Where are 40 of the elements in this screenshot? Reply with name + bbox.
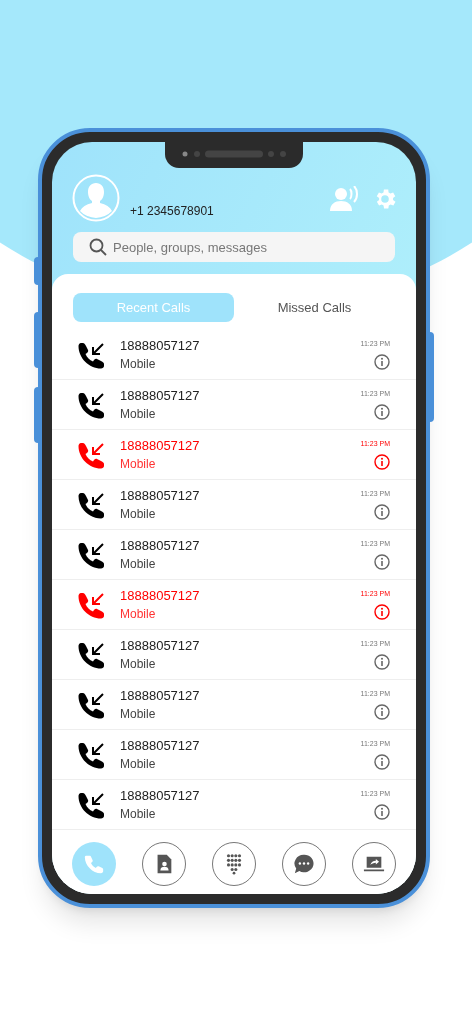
info-icon[interactable] [374,703,390,720]
phone-number: 18888057127 [120,436,201,455]
nav-button[interactable] [212,842,256,886]
search-field[interactable]: People, groups, messages [73,232,395,262]
call-type: Mobile [120,505,157,523]
call-type: Mobile [120,555,157,573]
chat-bubble-icon [293,853,315,875]
info-icon[interactable] [374,353,390,370]
info-icon[interactable] [374,553,390,570]
search-icon [89,238,107,256]
call-type: Mobile [120,655,157,673]
phone-number: 18888057127 [120,686,201,705]
nav-button[interactable] [142,842,186,886]
phone-number: 18888057127 [120,386,201,405]
call-type: Mobile [120,805,157,823]
call-type: Mobile [120,755,157,773]
phone-number: 18888057127 [120,586,201,605]
avatar-icon [72,174,120,222]
info-icon[interactable] [374,603,390,620]
phone-number: 18888057127 [120,786,201,805]
nav-button[interactable] [352,842,396,886]
phone-number: 18888057127 [120,636,201,655]
call-type: Mobile [120,405,157,423]
call-type: Mobile [120,455,157,473]
info-icon[interactable] [374,803,390,820]
phone-icon [83,853,105,875]
info-icon[interactable] [374,453,390,470]
call-type: Mobile [120,605,157,623]
call-type: Mobile [120,355,157,373]
phone-number: 18888057127 [120,336,201,355]
call-type: Mobile [120,705,157,723]
info-icon[interactable] [374,503,390,520]
info-icon[interactable] [374,403,390,420]
phone-number: +1 2345678901 [130,203,214,220]
info-icon[interactable] [374,753,390,770]
phone-number: 18888057127 [120,736,201,755]
info-icon[interactable] [374,653,390,670]
phone-number: 18888057127 [120,486,201,505]
phone-number: 18888057127 [120,536,201,555]
nav-button[interactable] [282,842,326,886]
